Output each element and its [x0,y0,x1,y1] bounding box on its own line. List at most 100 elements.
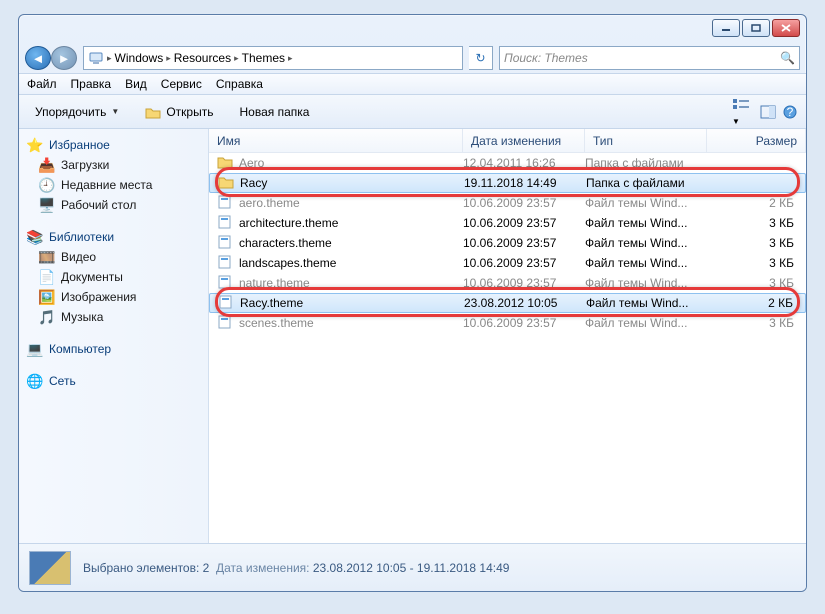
nav-favorites[interactable]: ⭐Избранное [19,135,208,155]
file-type: Файл темы Wind... [585,316,707,330]
pictures-icon: 🖼️ [39,289,55,305]
folder-icon [217,155,233,171]
breadcrumb[interactable]: ▸ Windows▸ Resources▸ Themes▸ [83,46,463,70]
theme-file-icon [218,295,234,311]
file-size: 3 КБ [707,276,806,290]
file-type: Папка с файлами [586,176,708,190]
file-date: 10.06.2009 23:57 [463,196,585,210]
chevron-right-icon: ▸ [166,53,171,64]
file-type: Папка с файлами [585,156,707,170]
file-row[interactable]: nature.theme 10.06.2009 23:57Файл темы Wi… [209,273,806,293]
file-row[interactable]: landscapes.theme10.06.2009 23:57Файл тем… [209,253,806,273]
file-name: scenes.theme [239,316,314,330]
maximize-button[interactable] [742,19,770,37]
documents-icon: 📄 [39,269,55,285]
content-pane: Имя Дата изменения Тип Размер Aero 12.04.… [209,129,806,543]
nav-music[interactable]: 🎵Музыка [19,307,208,327]
file-date: 10.06.2009 23:57 [463,276,585,290]
col-type[interactable]: Тип [585,129,707,152]
close-button[interactable] [772,19,800,37]
nav-computer[interactable]: 💻Компьютер [19,339,208,359]
menu-help[interactable]: Справка [216,77,263,91]
theme-file-icon [217,195,233,211]
search-input[interactable]: Поиск: Themes 🔍 [499,46,800,70]
nav-desktop[interactable]: 🖥️Рабочий стол [19,195,208,215]
computer-icon [88,50,104,66]
nav-video[interactable]: 🎞️Видео [19,247,208,267]
open-button[interactable]: Открыть [137,102,221,122]
col-name[interactable]: Имя [209,129,463,152]
folder-open-icon [145,105,161,119]
file-list: Aero12.04.2011 16:26Папка с файламиRacy1… [209,153,806,543]
col-date[interactable]: Дата изменения [463,129,585,152]
recent-icon: 🕘 [39,177,55,193]
minimize-button[interactable] [712,19,740,37]
file-row[interactable]: aero.theme10.06.2009 23:57Файл темы Wind… [209,193,806,213]
column-headers: Имя Дата изменения Тип Размер [209,129,806,153]
selection-count: Выбрано элементов: 2 [83,561,209,575]
video-icon: 🎞️ [39,249,55,265]
chevron-down-icon: ▼ [111,107,119,116]
theme-file-icon [217,315,233,331]
file-size: 2 КБ [707,196,806,210]
file-type: Файл темы Wind... [586,296,708,310]
file-date: 23.08.2012 10:05 [464,296,586,310]
chevron-right-icon: ▸ [288,53,293,64]
file-name: Racy.theme [240,296,303,310]
nav-documents[interactable]: 📄Документы [19,267,208,287]
file-date: 10.06.2009 23:57 [463,316,585,330]
nav-network[interactable]: 🌐Сеть [19,371,208,391]
file-row[interactable]: architecture.theme10.06.2009 23:57Файл т… [209,213,806,233]
help-button[interactable]: ? [782,104,798,120]
file-type: Файл темы Wind... [585,196,707,210]
nav-pictures[interactable]: 🖼️Изображения [19,287,208,307]
chevron-right-icon: ▸ [107,53,112,64]
crumb-seg[interactable]: Resources [174,51,231,65]
theme-file-icon [217,255,233,271]
folder-icon [218,175,234,191]
star-icon: ⭐ [27,137,43,153]
preview-pane-button[interactable] [760,104,776,120]
file-size: 2 КБ [708,296,805,310]
libraries-icon: 📚 [27,229,43,245]
menubar: Файл Правка Вид Сервис Справка [19,73,806,95]
file-row[interactable]: Racy19.11.2018 14:49Папка с файлами [209,173,806,193]
file-type: Файл темы Wind... [585,256,707,270]
nav-recent[interactable]: 🕘Недавние места [19,175,208,195]
nav-downloads[interactable]: 📥Загрузки [19,155,208,175]
file-name: Aero [239,156,264,170]
computer-icon: 💻 [27,341,43,357]
menu-edit[interactable]: Правка [71,77,112,91]
crumb-seg[interactable]: Windows [115,51,164,65]
file-size: 3 КБ [707,316,806,330]
titlebar [19,15,806,43]
file-name: architecture.theme [239,216,338,230]
crumb-seg[interactable]: Themes [242,51,285,65]
file-type: Файл темы Wind... [585,276,707,290]
new-folder-button[interactable]: Новая папка [231,102,317,122]
col-size[interactable]: Размер [707,129,806,152]
file-name: nature.theme [239,276,310,290]
forward-button[interactable]: ► [51,46,77,70]
back-button[interactable]: ◄ [25,46,51,70]
file-row[interactable]: characters.theme10.06.2009 23:57Файл тем… [209,233,806,253]
file-row[interactable]: Aero 12.04.2011 16:26Папка с файлами [209,153,806,173]
menu-tools[interactable]: Сервис [161,77,202,91]
network-icon: 🌐 [27,373,43,389]
status-bar: Выбрано элементов: 2 Дата изменения: 23.… [19,543,806,591]
refresh-button[interactable]: ↻ [469,46,493,70]
search-icon: 🔍 [780,51,795,65]
organize-button[interactable]: Упорядочить▼ [27,102,127,122]
file-date: 10.06.2009 23:57 [463,256,585,270]
menu-view[interactable]: Вид [125,77,147,91]
menu-file[interactable]: Файл [27,77,57,91]
file-row[interactable]: scenes.theme 10.06.2009 23:57Файл темы Wi… [209,313,806,333]
status-date-label: Дата изменения: [216,561,310,575]
view-options-button[interactable]: ▼ [732,97,754,127]
file-row[interactable]: Racy.theme 23.08.2012 10:05Файл темы Wind… [209,293,806,313]
nav-libraries[interactable]: 📚Библиотеки [19,227,208,247]
file-size: 3 КБ [707,256,806,270]
file-date: 12.04.2011 16:26 [463,156,585,170]
theme-file-icon [217,235,233,251]
svg-text:?: ? [787,105,794,119]
